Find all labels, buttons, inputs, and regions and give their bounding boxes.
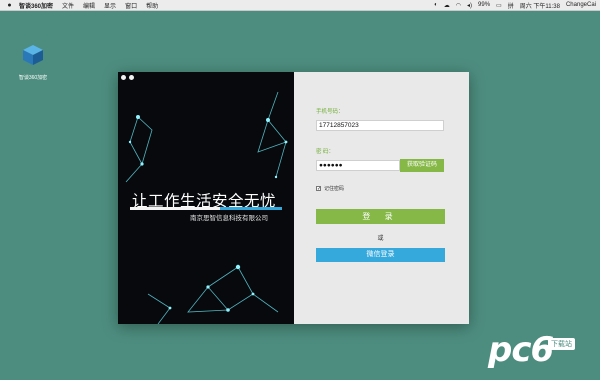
watermark-logo: pc6 [488,330,554,370]
cube-icon [23,45,43,65]
remember-checkbox[interactable]: ✓ [316,186,321,192]
minimize-window-button[interactable] [129,75,134,80]
password-input[interactable]: ●●●●●● [316,160,400,171]
company-name: 南京思智信息科技有限公司 [190,215,268,222]
watermark-tag: 下载站 [548,338,575,350]
or-separator: 或 [377,236,384,242]
clock[interactable]: 周六 下午11:38 [520,1,560,10]
menu-edit[interactable]: 编辑 [83,1,95,10]
remember-password[interactable]: ✓ 记住密码 [316,185,344,192]
login-button[interactable]: 登 录 [316,209,445,224]
phone-label: 手机号码： [316,109,344,115]
menu-file[interactable]: 文件 [62,1,74,10]
brand-panel: 让工作生活安全无忧 南京思智信息科技有限公司 [118,72,294,324]
apple-menu-icon[interactable]: ● [6,2,13,9]
phone-input[interactable]: 17712857023 [316,120,444,131]
desktop-icon-label: 智谈360加密 [18,75,48,81]
menu-window[interactable]: 窗口 [125,1,137,10]
slogan-underline [130,207,282,210]
input-source-icon[interactable]: 拼 [508,1,514,10]
desktop-app-icon[interactable]: 智谈360加密 [12,44,54,81]
login-form: 手机号码： 17712857023 密 码： ●●●●●● 获取验证码 ✓ 记住… [294,72,469,324]
remember-label: 记住密码 [324,186,345,192]
battery-icon[interactable]: ▭ [496,2,502,9]
wifi-icon[interactable]: ◠ [456,2,461,9]
menu-view[interactable]: 显示 [104,1,116,10]
sync-icon[interactable]: ◐ [434,2,438,8]
battery-percent[interactable]: 99% [478,2,490,8]
watermark: pc6 下载站 [488,330,598,376]
menu-bar: ● 智谈360加密 文件 编辑 显示 窗口 帮助 ◐ ☁ ◠ ◂) 99% ▭ … [0,0,600,11]
user-name[interactable]: ChangeCai [566,2,596,8]
volume-icon[interactable]: ◂) [467,2,472,9]
login-window: 让工作生活安全无忧 南京思智信息科技有限公司 手机号码： 17712857023… [118,72,469,324]
password-label: 密 码： [316,149,335,155]
close-window-button[interactable] [121,75,126,80]
get-code-button[interactable]: 获取验证码 [400,159,444,172]
menu-help[interactable]: 帮助 [146,1,158,10]
app-menu[interactable]: 智谈360加密 [19,1,53,10]
cloud-icon[interactable]: ☁ [444,2,450,9]
wechat-login-button[interactable]: 微信登录 [316,248,445,262]
